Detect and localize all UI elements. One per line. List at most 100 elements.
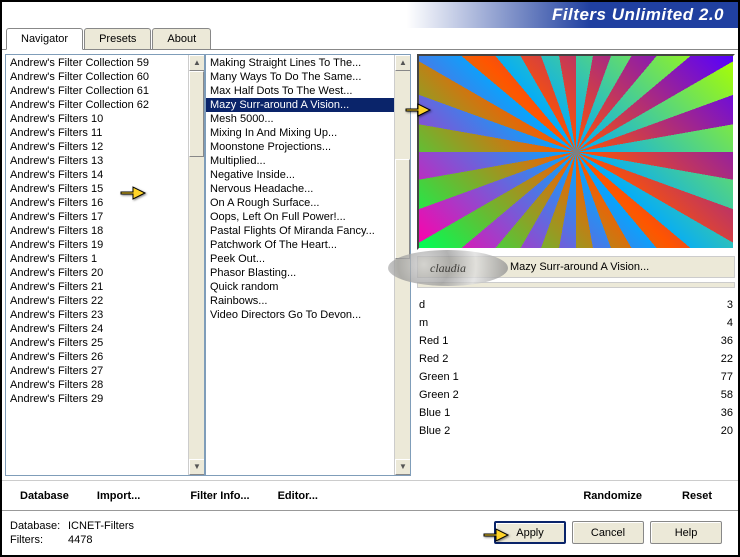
database-value: ICNET-Filters [68, 520, 134, 532]
param-value: 58 [709, 389, 733, 401]
param-value: 77 [709, 371, 733, 383]
list-item[interactable]: Andrew's Filters 16 [6, 196, 204, 210]
scroll-up-icon[interactable]: ▲ [395, 55, 411, 71]
list-item[interactable]: Peek Out... [206, 252, 410, 266]
scroll-thumb[interactable] [395, 159, 410, 259]
tab-strip: NavigatorPresetsAbout [2, 28, 738, 50]
list-item[interactable]: Andrew's Filter Collection 59 [6, 56, 204, 70]
cancel-button[interactable]: Cancel [572, 521, 644, 544]
scroll-down-icon[interactable]: ▼ [189, 459, 205, 475]
toolbar: Database Import... Filter Info... Editor… [2, 480, 738, 510]
tab-navigator[interactable]: Navigator [6, 28, 83, 50]
list-item[interactable]: Andrew's Filter Collection 62 [6, 98, 204, 112]
param-value: 20 [709, 425, 733, 437]
list-item[interactable]: Andrew's Filters 21 [6, 280, 204, 294]
list-item[interactable]: Andrew's Filters 12 [6, 140, 204, 154]
param-row: d3 [417, 296, 735, 314]
list-item[interactable]: Pastal Flights Of Miranda Fancy... [206, 224, 410, 238]
list-item[interactable]: Nervous Headache... [206, 182, 410, 196]
list-item[interactable]: Mazy Surr-around A Vision... [206, 98, 410, 112]
list-item[interactable]: Phasor Blasting... [206, 266, 410, 280]
tab-presets[interactable]: Presets [84, 28, 151, 49]
list-item[interactable]: Andrew's Filters 10 [6, 112, 204, 126]
filter-info-button[interactable]: Filter Info... [180, 486, 259, 506]
param-label: m [419, 317, 483, 329]
param-value: 36 [709, 407, 733, 419]
selected-filter-label: Mazy Surr-around A Vision... [417, 256, 735, 278]
param-row: Blue 136 [417, 404, 735, 422]
param-label: Green 2 [419, 389, 483, 401]
list-item[interactable]: Andrew's Filter Collection 60 [6, 70, 204, 84]
database-button[interactable]: Database [10, 486, 79, 506]
randomize-button[interactable]: Randomize [573, 486, 652, 506]
help-button[interactable]: Help [650, 521, 722, 544]
list-item[interactable]: Oops, Left On Full Power!... [206, 210, 410, 224]
param-slider[interactable] [489, 429, 703, 433]
param-row: Red 136 [417, 332, 735, 350]
list-item[interactable]: Mixing In And Mixing Up... [206, 126, 410, 140]
list-item[interactable]: Max Half Dots To The West... [206, 84, 410, 98]
database-label: Database: [10, 519, 68, 533]
list-item[interactable]: Andrew's Filters 11 [6, 126, 204, 140]
param-value: 4 [709, 317, 733, 329]
list-item[interactable]: Video Directors Go To Devon... [206, 308, 410, 322]
list-item[interactable]: Andrew's Filters 27 [6, 364, 204, 378]
param-value: 22 [709, 353, 733, 365]
list-item[interactable]: Andrew's Filters 19 [6, 238, 204, 252]
param-slider[interactable] [489, 393, 703, 397]
list-item[interactable]: Andrew's Filters 29 [6, 392, 204, 406]
list-item[interactable]: Andrew's Filters 20 [6, 266, 204, 280]
scrollbar[interactable]: ▲ ▼ [394, 55, 410, 475]
list-item[interactable]: Andrew's Filters 18 [6, 224, 204, 238]
list-item[interactable]: Andrew's Filters 13 [6, 154, 204, 168]
param-value: 36 [709, 335, 733, 347]
import-button[interactable]: Import... [87, 486, 150, 506]
list-item[interactable]: Moonstone Projections... [206, 140, 410, 154]
preview-image [417, 54, 735, 250]
list-item[interactable]: Andrew's Filters 17 [6, 210, 204, 224]
list-item[interactable]: Andrew's Filters 1 [6, 252, 204, 266]
list-item[interactable]: Negative Inside... [206, 168, 410, 182]
filters-count-value: 4478 [68, 534, 92, 546]
filters-count-label: Filters: [10, 533, 68, 547]
editor-button[interactable]: Editor... [268, 486, 328, 506]
scrollbar[interactable]: ▲ ▼ [188, 55, 204, 475]
list-item[interactable]: Andrew's Filters 22 [6, 294, 204, 308]
list-item[interactable]: Multiplied... [206, 154, 410, 168]
param-slider[interactable] [489, 321, 703, 325]
param-slider[interactable] [489, 375, 703, 379]
param-value: 3 [709, 299, 733, 311]
list-item[interactable]: Quick random [206, 280, 410, 294]
list-item[interactable]: Andrew's Filters 24 [6, 322, 204, 336]
reset-button[interactable]: Reset [672, 486, 722, 506]
tab-about[interactable]: About [152, 28, 211, 49]
params-panel: d3m4Red 136Red 222Green 177Green 258Blue… [417, 296, 735, 480]
filters-listbox[interactable]: Making Straight Lines To The...Many Ways… [205, 54, 411, 476]
apply-button[interactable]: Apply [494, 521, 566, 544]
param-slider[interactable] [489, 411, 703, 415]
list-item[interactable]: Andrew's Filters 26 [6, 350, 204, 364]
list-item[interactable]: Andrew's Filter Collection 61 [6, 84, 204, 98]
list-item[interactable]: Andrew's Filters 23 [6, 308, 204, 322]
collections-listbox[interactable]: Andrew's Filter Collection 59Andrew's Fi… [5, 54, 205, 476]
scroll-up-icon[interactable]: ▲ [189, 55, 205, 71]
scroll-thumb[interactable] [189, 71, 204, 157]
param-slider[interactable] [489, 357, 703, 361]
param-slider[interactable] [489, 303, 703, 307]
param-label: d [419, 299, 483, 311]
scroll-down-icon[interactable]: ▼ [395, 459, 411, 475]
list-item[interactable]: Andrew's Filters 15 [6, 182, 204, 196]
list-item[interactable]: Patchwork Of The Heart... [206, 238, 410, 252]
param-slider[interactable] [489, 339, 703, 343]
list-item[interactable]: Many Ways To Do The Same... [206, 70, 410, 84]
list-item[interactable]: Andrew's Filters 14 [6, 168, 204, 182]
param-row: Green 2 58 [417, 386, 735, 404]
list-item[interactable]: Andrew's Filters 28 [6, 378, 204, 392]
param-label: Green 1 [419, 371, 483, 383]
list-item[interactable]: Andrew's Filters 25 [6, 336, 204, 350]
param-row: Red 222 [417, 350, 735, 368]
list-item[interactable]: Rainbows... [206, 294, 410, 308]
list-item[interactable]: On A Rough Surface... [206, 196, 410, 210]
list-item[interactable]: Making Straight Lines To The... [206, 56, 410, 70]
list-item[interactable]: Mesh 5000... [206, 112, 410, 126]
